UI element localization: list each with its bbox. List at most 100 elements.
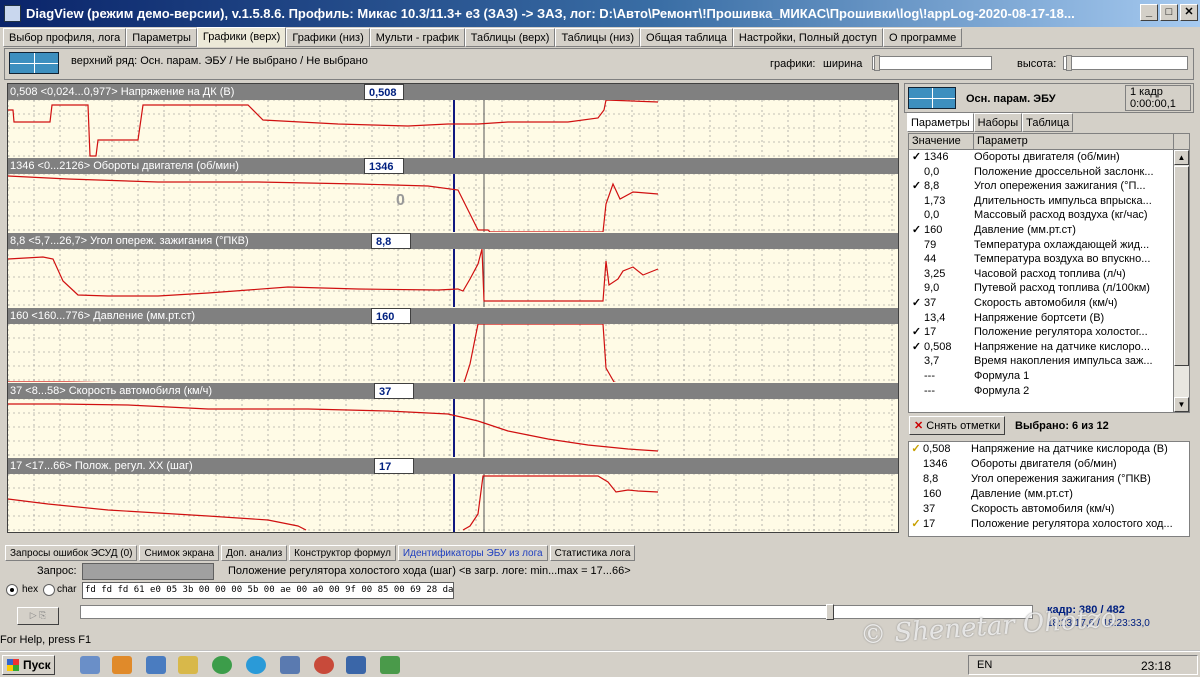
selected-row[interactable]: 37 Скорость автомобиля (км/ч) [909, 502, 1189, 517]
scroll-down-icon[interactable]: ▼ [1174, 397, 1189, 412]
start-button[interactable]: Пуск [2, 655, 55, 675]
tab-extra-analysis[interactable]: Доп. анализ [221, 545, 288, 561]
selected-row[interactable]: 160 Давление (мм.рт.ст) [909, 487, 1189, 502]
uncheck-button[interactable]: ✕ Снять отметки [909, 416, 1006, 435]
query-input[interactable] [82, 563, 214, 580]
chrome-icon[interactable] [212, 656, 232, 674]
height-slider[interactable] [1063, 55, 1188, 71]
param-row[interactable]: 13,4 Напряжение бортсети (В) [909, 311, 1189, 326]
tab-tables-top[interactable]: Таблицы (верх) [464, 28, 556, 47]
close-button[interactable]: ✕ [1180, 4, 1198, 21]
param-row[interactable]: ✓ 17 Положение регулятора холостог... [909, 325, 1189, 340]
playback-button[interactable]: ▷ ⎘ [17, 607, 59, 625]
param-row[interactable]: 0,0 Массовый расход воздуха (кг/час) [909, 208, 1189, 223]
chart-value-o2: 0,508 [364, 84, 404, 100]
param-check-icon[interactable] [909, 194, 924, 209]
param-row[interactable]: ✓ 0,508 Напряжение на датчике кислоро... [909, 340, 1189, 355]
trace-line [8, 249, 659, 302]
param-check-icon[interactable] [909, 208, 924, 223]
tab-settings[interactable]: Настройки, Полный доступ [732, 28, 883, 47]
selected-row[interactable]: ✓ 17 Положение регулятора холостого ход... [909, 517, 1189, 532]
tab-error-requests[interactable]: Запросы ошибок ЭСУД (0) [5, 545, 138, 561]
param-row[interactable]: 9,0 Путевой расход топлива (л/100км) [909, 281, 1189, 296]
app-window-icon[interactable] [380, 656, 400, 674]
selected-row[interactable]: 1346 Обороты двигателя (об/мин) [909, 457, 1189, 472]
tab-about[interactable]: О программе [882, 28, 963, 47]
tab-panel-table[interactable]: Таблица [1022, 113, 1074, 132]
hex-radio[interactable] [6, 584, 18, 596]
param-check-icon[interactable]: ✓ [909, 340, 924, 355]
param-check-icon[interactable] [909, 267, 924, 282]
media-icon[interactable] [112, 656, 132, 674]
param-row[interactable]: ✓ 8,8 Угол опережения зажигания (°П... [909, 179, 1189, 194]
param-check-icon[interactable]: ✓ [909, 296, 924, 311]
param-check-icon[interactable] [909, 238, 924, 253]
tab-tables-bottom[interactable]: Таблицы (низ) [555, 28, 641, 47]
param-check-icon[interactable] [909, 252, 924, 267]
col-value-header[interactable]: Значение [909, 134, 974, 149]
tab-log-stats[interactable]: Статистика лога [549, 545, 636, 561]
frame-slider-thumb[interactable] [826, 604, 834, 620]
scroll-thumb[interactable] [1174, 166, 1189, 366]
param-check-icon[interactable] [909, 354, 924, 369]
language-indicator[interactable]: EN [977, 659, 992, 671]
folder-icon[interactable] [178, 656, 198, 674]
diagview-icon[interactable] [346, 656, 366, 674]
minimize-button[interactable]: _ [1140, 4, 1158, 21]
param-row[interactable]: 0,0 Положение дроссельной заслонк... [909, 165, 1189, 180]
chart-value-idle: 17 [374, 458, 414, 474]
param-row[interactable]: --- Формула 2 [909, 384, 1189, 399]
frame-slider[interactable] [80, 604, 1033, 620]
param-row[interactable]: 3,7 Время накопления импульса заж... [909, 354, 1189, 369]
network-icon[interactable] [280, 656, 300, 674]
tab-multi-chart[interactable]: Мульти - график [369, 28, 465, 47]
chart-plot-idle [8, 474, 898, 532]
width-slider[interactable] [872, 55, 992, 71]
charts-area[interactable]: 0,508 <0,024...0,977> Напряжение на ДК (… [7, 83, 899, 533]
param-check-icon[interactable]: ✓ [909, 150, 924, 165]
tab-panel-sets[interactable]: Наборы [973, 113, 1023, 132]
param-check-icon[interactable]: ✓ [909, 223, 924, 238]
param-row[interactable]: ✓ 37 Скорость автомобиля (км/ч) [909, 296, 1189, 311]
param-check-icon[interactable]: ✓ [909, 325, 924, 340]
tab-formula-builder[interactable]: Конструктор формул [289, 545, 396, 561]
tool-icon[interactable] [146, 656, 166, 674]
tab-ecu-ids[interactable]: Идентификаторы ЭБУ из лога [397, 545, 548, 561]
clock[interactable]: 23:18 [1141, 659, 1171, 673]
tab-panel-params[interactable]: Параметры [907, 113, 974, 132]
param-check-icon[interactable] [909, 165, 924, 180]
char-radio[interactable] [43, 584, 55, 596]
param-row[interactable]: ✓ 160 Давление (мм.рт.ст) [909, 223, 1189, 238]
file-icon[interactable] [80, 656, 100, 674]
param-check-icon[interactable] [909, 311, 924, 326]
tab-charts-bottom[interactable]: Графики (низ) [286, 28, 370, 47]
param-row[interactable]: ✓ 1346 Обороты двигателя (об/мин) [909, 150, 1189, 165]
selected-row[interactable]: ✓ 0,508 Напряжение на датчике кислорода (В… [909, 442, 1189, 457]
skype-icon[interactable] [246, 656, 266, 674]
tab-charts-top[interactable]: Графики (верх) [196, 27, 287, 47]
tab-params[interactable]: Параметры [126, 28, 197, 47]
param-row[interactable]: --- Формула 1 [909, 369, 1189, 384]
param-check-icon[interactable] [909, 281, 924, 296]
layout-grid-icon[interactable] [9, 52, 59, 74]
params-list[interactable]: Значение Параметр ✓ 1346 Обороты двигателя … [908, 133, 1190, 413]
chrome-window-icon[interactable] [314, 656, 334, 674]
tab-general-table[interactable]: Общая таблица [640, 28, 733, 47]
tab-profile[interactable]: Выбор профиля, лога [3, 28, 127, 47]
param-check-icon[interactable] [909, 384, 924, 399]
param-row[interactable]: 44 Температура воздуха во впускно... [909, 252, 1189, 267]
selected-row[interactable]: 8,8 Угол опережения зажигания (°ПКВ) [909, 472, 1189, 487]
params-scrollbar[interactable]: ▲ ▼ [1173, 150, 1189, 412]
col-param-header[interactable]: Параметр [974, 134, 1174, 149]
tab-screenshot[interactable]: Снимок экрана [139, 545, 220, 561]
panel-grid-icon[interactable] [908, 87, 956, 109]
param-row[interactable]: 1,73 Длительность импульса впрыска... [909, 194, 1189, 209]
param-check-icon[interactable]: ✓ [909, 179, 924, 194]
param-row[interactable]: 3,25 Часовой расход топлива (л/ч) [909, 267, 1189, 282]
selected-params-list[interactable]: ✓ 0,508 Напряжение на датчике кислорода (В… [908, 441, 1190, 537]
param-row[interactable]: 79 Температура охлаждающей жид... [909, 238, 1189, 253]
param-check-icon[interactable] [909, 369, 924, 384]
maximize-button[interactable]: □ [1160, 4, 1178, 21]
selected-name: Положение регулятора холостого ход... [971, 518, 1173, 530]
scroll-up-icon[interactable]: ▲ [1174, 150, 1189, 165]
